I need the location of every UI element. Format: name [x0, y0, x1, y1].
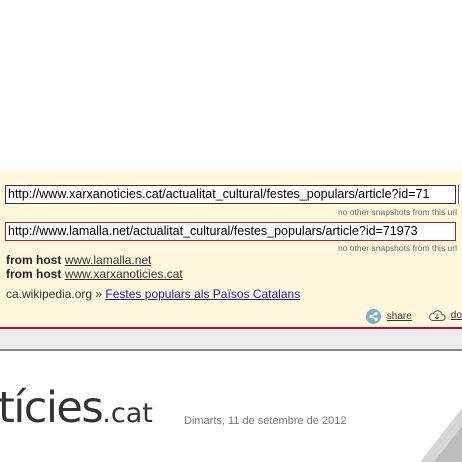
site-nav-band [0, 329, 462, 351]
wiki-article-link[interactable]: Festes populars als Països Catalans [105, 287, 300, 301]
host-line: from host www.xarxanoticies.cat [6, 267, 183, 281]
wiki-reference: ca.wikipedia.org » Festes populars als P… [6, 287, 300, 301]
host-line: from host www.lamalla.net [6, 253, 151, 267]
share-label: share [386, 311, 412, 323]
wiki-source: ca.wikipedia.org [6, 287, 93, 301]
primary-url-field[interactable]: http://www.xarxanoticies.cat/actualitat_… [5, 185, 456, 204]
wiki-separator: » [95, 287, 103, 301]
share-icon [366, 309, 381, 324]
host-link-xarxanoticies[interactable]: www.xarxanoticies.cat [65, 267, 183, 281]
secondary-url-field[interactable]: http://www.lamalla.net/actualitat_cultur… [5, 222, 456, 241]
download-label: do [450, 310, 462, 322]
secondary-snapshot-note: no other snapshots from this url [337, 243, 457, 253]
share-button[interactable]: share [366, 309, 412, 324]
page-date: Dimarts, 11 de setembre de 2012 [184, 415, 347, 427]
corner-decoration [420, 408, 462, 462]
download-button[interactable]: do [428, 309, 462, 322]
url-field-edge [458, 185, 462, 204]
cloud-download-icon [429, 310, 446, 321]
site-logo-tld: .cat [102, 398, 153, 429]
site-logo[interactable]: tícies.cat [0, 383, 153, 433]
host-label: from host [6, 267, 62, 281]
host-label: from host [6, 253, 62, 267]
host-link-lamalla[interactable]: www.lamalla.net [65, 253, 152, 267]
primary-snapshot-note: no other snapshots from this url [337, 207, 457, 217]
site-logo-text: tícies [0, 383, 104, 433]
wayback-toolbar: http://www.xarxanoticies.cat/actualitat_… [0, 172, 462, 329]
